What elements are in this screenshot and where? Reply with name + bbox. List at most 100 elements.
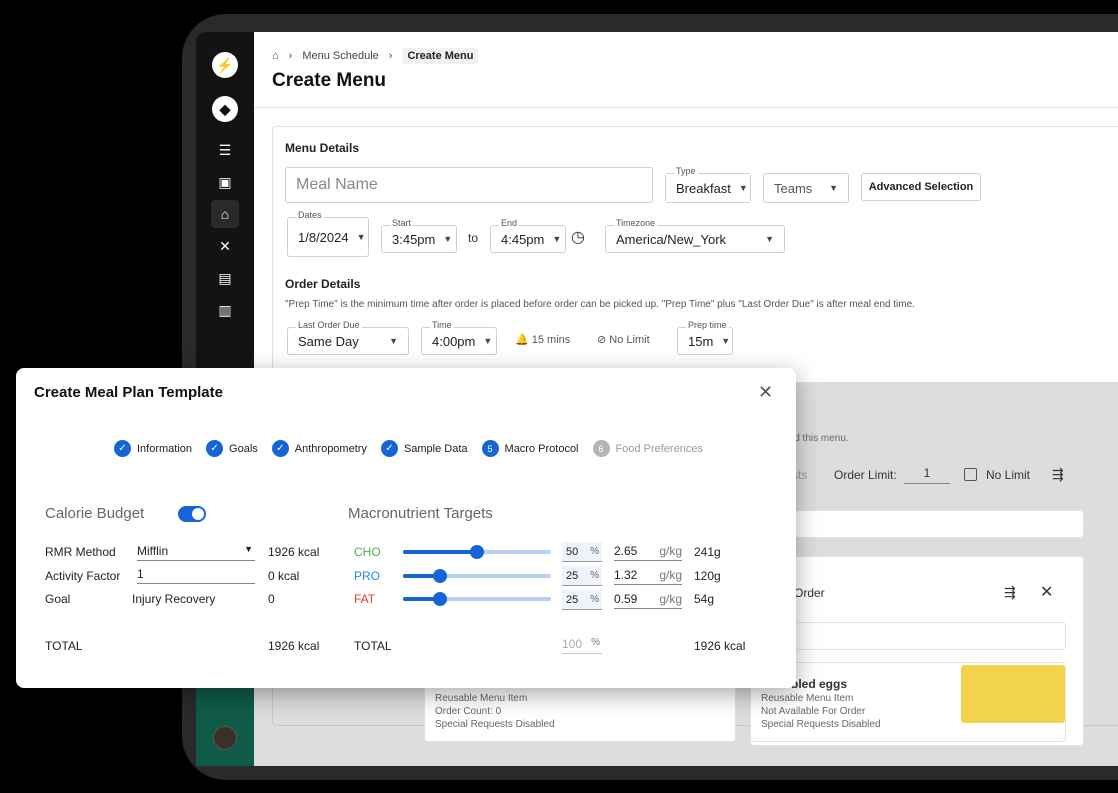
percent-unit: % [590, 594, 599, 605]
slider-thumb[interactable] [470, 545, 484, 559]
chevron-down-icon: ▼ [244, 544, 253, 554]
order-limit-input[interactable]: 1 [904, 466, 950, 484]
chevron-down-icon: ▼ [765, 234, 774, 244]
team-logo-icon[interactable]: ◆ [212, 96, 238, 122]
pro-grams: 120g [694, 569, 721, 583]
cho-percent-input[interactable]: 50% [562, 542, 602, 562]
step-information[interactable]: ✓ Information [114, 440, 192, 457]
app-logo-icon[interactable]: ⚡ [212, 52, 238, 78]
pro-percent: 25 [566, 569, 579, 582]
step-anthropometry[interactable]: ✓ Anthropometry [271, 440, 367, 457]
cho-gkg-input[interactable]: 2.65 g/kg [614, 544, 682, 561]
clipboard-icon[interactable]: ▤ [211, 264, 239, 292]
pro-gkg-input[interactable]: 1.32 g/kg [614, 568, 682, 585]
card-line: Reusable Menu Item [435, 693, 528, 704]
menu-item-card[interactable]: bled eggs Reusable Menu Item Not Availab… [750, 662, 1066, 742]
contacts-icon[interactable]: ▣ [211, 168, 239, 196]
meal-name-input[interactable]: Meal Name [285, 167, 653, 203]
cho-slider[interactable] [403, 543, 551, 561]
calorie-budget-toggle[interactable] [178, 506, 206, 522]
chevron-right-icon: › [288, 50, 293, 62]
start-time-select[interactable]: Start 3:45pm ▼ [381, 218, 457, 253]
step-label: Anthropometry [294, 442, 367, 455]
fat-gkg-input[interactable]: 0.59 g/kg [614, 592, 682, 609]
type-label: Type [674, 166, 698, 176]
teams-select[interactable]: Teams ▼ [763, 173, 849, 203]
type-select[interactable]: Type Breakfast ▼ [665, 166, 751, 203]
slider-fill [403, 550, 477, 554]
sort-icon[interactable]: ⇶ [1004, 584, 1016, 601]
cho-percent: 50 [566, 545, 579, 558]
last-order-due-select[interactable]: Last Order Due Same Day ▼ [287, 320, 409, 355]
avatar[interactable] [213, 726, 237, 750]
step-label: Goals [229, 442, 258, 455]
timezone-select[interactable]: Timezone America/New_York ▼ [605, 218, 785, 253]
utensils-icon[interactable]: ✕ [211, 232, 239, 260]
stage: ⚡ ◆ ☰ ▣ ⌂ ✕ ▤ ▥ ⌂ › Menu Schedule › Crea… [0, 0, 1118, 793]
prep-time-select[interactable]: Prep time 15m ▼ [677, 320, 733, 355]
menu-details-heading: Menu Details [285, 141, 360, 155]
header: ⌂ › Menu Schedule › Create Menu Create M… [254, 32, 1118, 108]
advanced-selection-button[interactable]: Advanced Selection [861, 173, 981, 201]
fat-percent-input[interactable]: 25% [562, 590, 602, 610]
fat-slider[interactable] [403, 590, 551, 608]
no-limit-checkbox-label: No Limit [986, 468, 1031, 482]
dates-select[interactable]: Dates 1/8/2024 ▼ [287, 210, 369, 257]
percent-unit: % [591, 637, 600, 648]
fat-gkg: 0.59 [614, 592, 638, 606]
gkg-unit: g/kg [659, 544, 682, 558]
pro-label: PRO [354, 569, 381, 583]
macro-total-percent: 100% [562, 637, 602, 654]
rmr-method-select[interactable]: Mifflin ▼ [137, 544, 255, 561]
rmr-kcal: 1926 kcal [268, 545, 320, 559]
card-line: Not Available For Order [761, 706, 866, 717]
activity-factor-input[interactable]: 1 [137, 567, 255, 584]
breadcrumb-parent[interactable]: Menu Schedule [302, 50, 378, 62]
cho-label: CHO [354, 545, 381, 559]
search-field-bg[interactable] [794, 510, 1084, 538]
food-image [961, 665, 1065, 723]
order-time-select[interactable]: Time 4:00pm ▼ [421, 320, 497, 355]
chevron-down-icon: ▼ [738, 183, 748, 193]
reminder-indicator[interactable]: 🔔 15 mins [515, 333, 570, 346]
page-title: Create Menu [272, 70, 387, 91]
no-limit-indicator[interactable]: ⊘ No Limit [597, 333, 650, 346]
menu-icon[interactable]: ☰ [211, 136, 239, 164]
menu-note-partial: ld this menu. [792, 433, 849, 444]
close-icon[interactable]: ✕ [758, 382, 773, 403]
end-time-select[interactable]: End 4:45pm ▼ [490, 218, 566, 253]
modal-title: Create Meal Plan Template [34, 384, 223, 401]
activity-kcal: 0 kcal [268, 569, 300, 583]
order-section-title: Order [794, 586, 825, 600]
step-food-preferences[interactable]: 6 Food Preferences [592, 440, 703, 457]
pro-percent-input[interactable]: 25% [562, 566, 602, 586]
check-icon: ✓ [114, 440, 131, 457]
close-icon[interactable]: ✕ [1040, 582, 1053, 602]
macronutrient-targets-heading: Macronutrient Targets [348, 505, 493, 522]
goal-label: Goal [45, 592, 71, 606]
clock-icon[interactable]: ◷ [571, 227, 585, 247]
card-line: Reusable Menu Item [761, 693, 854, 704]
bar-chart-icon[interactable]: ▥ [211, 296, 239, 324]
type-value: Breakfast [676, 180, 731, 196]
toggle-knob [192, 508, 204, 520]
order-search-input[interactable] [794, 622, 1066, 650]
chevron-down-icon: ▼ [443, 234, 453, 244]
sort-icon[interactable]: ⇶ [1052, 466, 1064, 483]
slider-thumb[interactable] [433, 569, 447, 583]
step-goals[interactable]: ✓ Goals [206, 440, 258, 457]
start-value: 3:45pm [392, 231, 436, 247]
dates-value: 1/8/2024 [298, 229, 349, 245]
step-macro-protocol[interactable]: 5 Macro Protocol [481, 440, 579, 457]
no-limit-checkbox[interactable] [964, 468, 977, 481]
chevron-down-icon: ▼ [483, 336, 493, 346]
step-sample-data[interactable]: ✓ Sample Data [380, 440, 468, 457]
dates-label: Dates [296, 210, 324, 220]
home-icon[interactable]: ⌂ [211, 200, 239, 228]
slider-thumb[interactable] [433, 592, 447, 606]
pro-slider[interactable] [403, 567, 551, 585]
order-details-heading: Order Details [285, 277, 361, 291]
home-breadcrumb-icon[interactable]: ⌂ [272, 50, 279, 62]
fat-grams: 54g [694, 592, 715, 606]
goal-kcal: 0 [268, 592, 275, 606]
